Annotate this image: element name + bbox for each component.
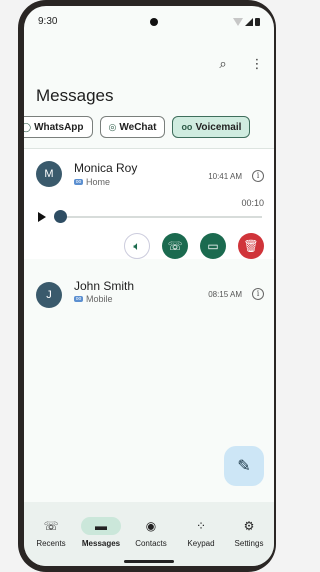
gear-icon: ⚙ xyxy=(243,519,255,533)
status-icons xyxy=(233,18,260,26)
bottom-navigation: ☏ Recents ▬ Messages ◉ Contacts ⁘ Keypad… xyxy=(24,502,274,566)
contact-type-label: Mobile xyxy=(86,294,113,304)
status-time: 9:30 xyxy=(38,16,58,27)
message-button[interactable]: ▭ xyxy=(200,233,226,259)
voicemail-duration: 00:10 xyxy=(241,198,264,208)
message-icon: ▬ xyxy=(81,517,121,535)
avatar: J xyxy=(36,282,62,308)
wifi-icon xyxy=(233,18,243,26)
playback-thumb[interactable] xyxy=(54,210,67,223)
chip-label: WhatsApp xyxy=(34,121,84,133)
trash-icon: 🗑︎ xyxy=(243,239,259,253)
battery-icon xyxy=(255,18,260,26)
voicemail-actions: 🔈︎ ☏ ▭ 🗑︎ xyxy=(124,233,264,259)
chip-whatsapp[interactable]: ◯ WhatsApp xyxy=(24,116,93,138)
delete-button[interactable]: 🗑︎ xyxy=(238,233,264,259)
voicemail-item[interactable]: J John Smith oo Mobile 08:15 AM i xyxy=(24,259,274,313)
nav-label: Settings xyxy=(234,539,264,548)
status-bar: 9:30 xyxy=(38,16,260,30)
account-icon: ◉ xyxy=(145,519,157,533)
gesture-handle xyxy=(124,560,174,563)
voicemail-badge-icon: oo xyxy=(74,296,83,302)
more-vert-icon[interactable]: ⋮ xyxy=(248,56,266,72)
phone-icon: ☏ xyxy=(167,239,183,253)
voicemail-badge-icon: oo xyxy=(74,179,83,185)
nav-messages[interactable]: ▬ Messages xyxy=(76,502,126,548)
info-icon[interactable]: i xyxy=(252,288,264,300)
contact-type-label: Home xyxy=(86,177,111,187)
whatsapp-icon: ◯ xyxy=(24,121,32,132)
nav-label: Keypad xyxy=(187,539,215,548)
speaker-icon: 🔈︎ xyxy=(133,238,141,253)
edit-icon: ✎ xyxy=(237,458,251,475)
dialpad-icon: ⁘ xyxy=(195,519,207,533)
nav-recents[interactable]: ☏ Recents xyxy=(26,502,76,548)
message-time: 10:41 AM xyxy=(208,172,242,181)
contact-name: John Smith xyxy=(74,279,135,293)
avatar: M xyxy=(36,161,62,187)
playback-track[interactable] xyxy=(60,216,262,218)
phone-screen: 9:30 ⌕ ⋮ Messages ◯ WhatsApp ◎ WeChat oo… xyxy=(24,6,274,566)
play-icon[interactable] xyxy=(38,212,46,222)
message-icon: ▭ xyxy=(207,239,219,253)
phone-icon: ☏ xyxy=(43,519,59,533)
nav-contacts[interactable]: ◉ Contacts xyxy=(126,502,176,548)
voicemail-icon: oo xyxy=(181,122,193,132)
nav-label: Messages xyxy=(81,539,121,548)
speaker-button[interactable]: 🔈︎ xyxy=(124,233,150,259)
contact-type: oo Mobile xyxy=(74,294,113,304)
call-button[interactable]: ☏ xyxy=(162,233,188,259)
contact-name: Monica Roy xyxy=(74,161,138,175)
chip-label: Voicemail xyxy=(195,121,242,133)
message-time: 08:15 AM xyxy=(208,290,242,299)
compose-fab[interactable]: ✎ xyxy=(224,446,264,486)
nav-settings[interactable]: ⚙ Settings xyxy=(224,502,274,548)
voicemail-item-expanded[interactable]: M Monica Roy oo Home 10:41 AM i 00:10 🔈︎… xyxy=(24,149,274,259)
chip-wechat[interactable]: ◎ WeChat xyxy=(99,116,166,138)
chip-label: WeChat xyxy=(119,121,157,133)
signal-icon xyxy=(245,18,253,26)
top-app-bar: ⌕ ⋮ xyxy=(214,56,266,72)
camera-cutout xyxy=(150,18,158,26)
nav-label: Recents xyxy=(36,539,66,548)
page-title: Messages xyxy=(36,86,114,105)
search-icon[interactable]: ⌕ xyxy=(214,56,232,72)
nav-label: Contacts xyxy=(135,539,167,548)
info-icon[interactable]: i xyxy=(252,170,264,182)
nav-keypad[interactable]: ⁘ Keypad xyxy=(176,502,226,548)
chip-voicemail[interactable]: oo Voicemail xyxy=(172,116,251,138)
contact-type: oo Home xyxy=(74,177,110,187)
wechat-icon: ◎ xyxy=(108,121,117,132)
filter-chips: ◯ WhatsApp ◎ WeChat oo Voicemail xyxy=(24,116,251,138)
